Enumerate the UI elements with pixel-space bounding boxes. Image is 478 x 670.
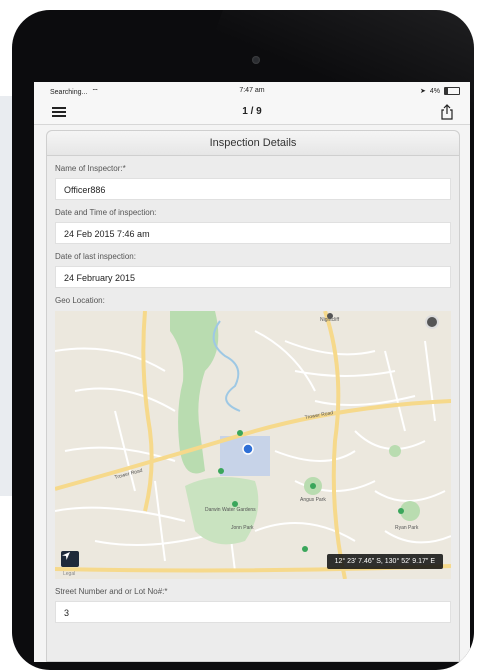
map-legal-link[interactable]: Legal bbox=[63, 571, 75, 577]
camera-icon bbox=[252, 56, 260, 64]
form-header: Inspection Details bbox=[47, 131, 459, 156]
tablet-frame: Searching... ⌔ 7:47 am ➤ 4% 1 / 9 Inspec… bbox=[12, 10, 474, 670]
inspector-field[interactable]: Officer886 bbox=[55, 178, 451, 200]
status-bar: Searching... ⌔ 7:47 am ➤ 4% bbox=[34, 82, 470, 100]
svg-text:Darwin Water Gardens: Darwin Water Gardens bbox=[205, 507, 256, 513]
screen: Searching... ⌔ 7:47 am ➤ 4% 1 / 9 Inspec… bbox=[34, 82, 470, 662]
datetime-label: Date and Time of inspection: bbox=[55, 208, 157, 217]
battery-icon bbox=[444, 87, 460, 95]
street-label: Street Number and or Lot No#:* bbox=[55, 587, 168, 596]
locate-me-button[interactable] bbox=[61, 551, 79, 567]
share-icon[interactable] bbox=[440, 104, 454, 120]
location-arrow-icon bbox=[62, 552, 70, 560]
nav-bar: 1 / 9 bbox=[34, 100, 470, 125]
last-inspection-label: Date of last inspection: bbox=[55, 252, 136, 261]
coordinates-readout: 12° 23' 7.46" S, 130° 52' 9.17" E bbox=[326, 554, 443, 569]
last-inspection-field[interactable]: 24 February 2015 bbox=[55, 266, 451, 288]
datetime-field[interactable]: 24 Feb 2015 7:46 am bbox=[55, 222, 451, 244]
battery-percent: 4% bbox=[429, 87, 440, 95]
svg-text:Jonn Park: Jonn Park bbox=[231, 525, 254, 531]
geo-location-label: Geo Location: bbox=[55, 296, 105, 305]
compass-icon bbox=[425, 315, 439, 329]
status-time: 7:47 am bbox=[239, 87, 265, 94]
inspector-label: Name of Inspector:* bbox=[55, 164, 126, 173]
location-services-icon: ➤ bbox=[420, 88, 426, 95]
page-counter: 1 / 9 bbox=[242, 106, 262, 117]
geo-location-map[interactable]: Trower Road Trower Road Darwin Water Gar… bbox=[55, 311, 451, 579]
street-field[interactable]: 3 bbox=[55, 601, 451, 623]
svg-text:Angus Park: Angus Park bbox=[300, 497, 326, 503]
map-graphic: Trower Road Trower Road Darwin Water Gar… bbox=[55, 311, 451, 579]
inspection-form: Inspection Details Name of Inspector:* O… bbox=[46, 130, 460, 662]
svg-text:Ryan Park: Ryan Park bbox=[395, 525, 419, 531]
